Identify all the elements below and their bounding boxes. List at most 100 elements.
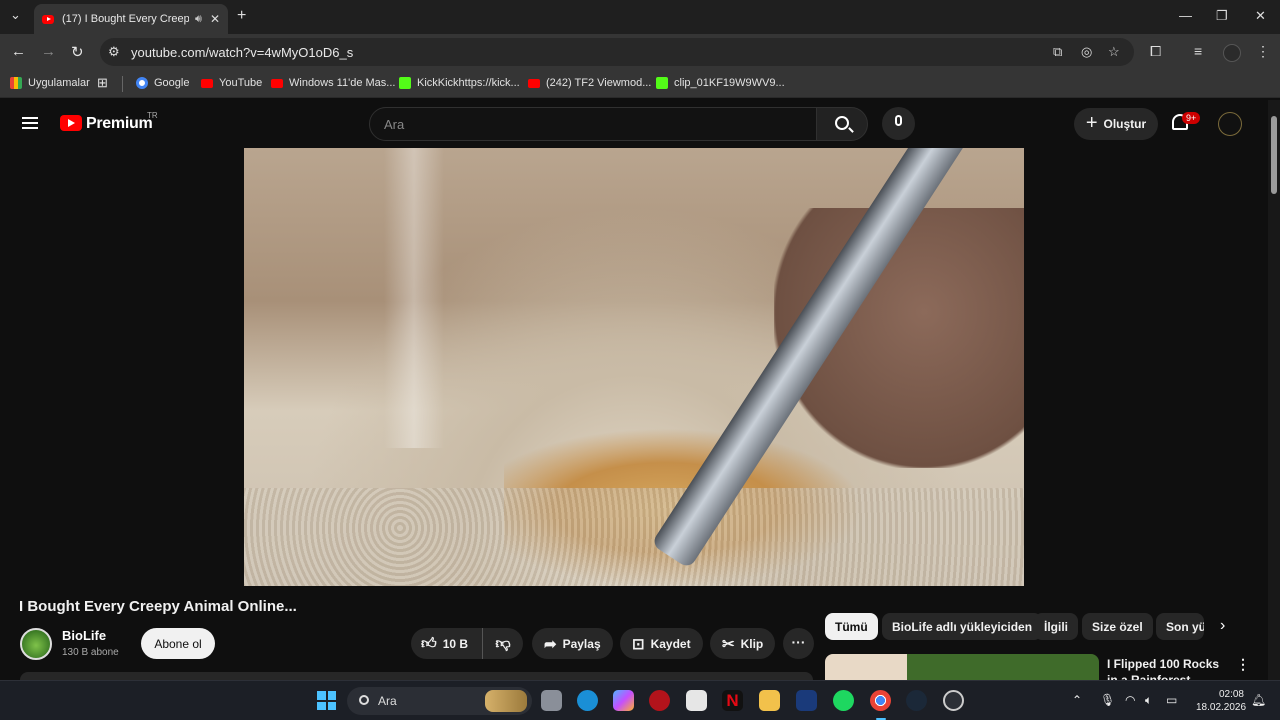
channel-name[interactable]: BioLife xyxy=(62,628,106,643)
notification-badge: 9+ xyxy=(1182,112,1201,124)
video-player[interactable] xyxy=(244,148,1024,586)
youtube-icon xyxy=(201,78,213,88)
system-clock[interactable]: 02:08 18.02.2026 xyxy=(1196,688,1246,714)
bookmark-apps[interactable]: Uygulamalar xyxy=(10,77,90,89)
subscribe-button[interactable]: Abone ol xyxy=(141,628,215,659)
media-controls-icon[interactable]: ≡ xyxy=(1194,43,1202,59)
plus-icon: + xyxy=(1085,111,1098,134)
youtube-icon xyxy=(528,78,540,88)
more-actions-icon[interactable]: ··· xyxy=(783,628,814,659)
bookmark-youtube[interactable]: YouTube xyxy=(201,77,262,89)
subscriber-count: 130 B abone xyxy=(62,647,119,658)
new-tab-icon[interactable]: + xyxy=(237,7,246,25)
bookmark-star-icon[interactable]: ☆ xyxy=(1108,44,1120,60)
like-count: 10 B xyxy=(442,636,469,651)
bookmark-icon: ⊡ xyxy=(632,635,645,653)
wifi-icon[interactable]: ◠ xyxy=(1125,693,1135,707)
kick-icon xyxy=(399,77,411,89)
search-button[interactable] xyxy=(816,107,868,141)
youtube-logo-icon[interactable] xyxy=(60,115,82,131)
battery-icon[interactable]: ▭ xyxy=(1166,693,1177,707)
microphone-icon xyxy=(895,115,902,126)
description-box[interactable] xyxy=(20,672,813,680)
chip-all[interactable]: Tümü xyxy=(825,613,878,640)
window-close-icon[interactable]: ✕ xyxy=(1255,8,1266,24)
chip-related[interactable]: İlgili xyxy=(1034,613,1078,640)
kick-icon xyxy=(656,77,668,89)
tab-search-chevron-icon[interactable]: ⌄ xyxy=(10,7,21,23)
file-explorer-icon[interactable] xyxy=(759,690,780,711)
like-button[interactable]: 👍︎ 10 B xyxy=(411,628,483,659)
save-button[interactable]: ⊡ Kaydet xyxy=(620,628,703,659)
bookmark-google[interactable]: Google xyxy=(136,77,189,89)
microsoft-store-icon[interactable] xyxy=(686,690,707,711)
spotify-icon[interactable] xyxy=(833,690,854,711)
browser-menu-icon[interactable]: ⋮ xyxy=(1256,43,1270,60)
tab-close-icon[interactable]: ✕ xyxy=(210,12,220,26)
windows-taskbar: Ara N ⌃ 🎙︎ ◠ 🔈︎ ▭ 02:08 18.02.2026 🔔︎ xyxy=(0,680,1280,720)
edge-icon[interactable] xyxy=(577,690,598,711)
clip-button[interactable]: ✂ Klip xyxy=(710,628,776,659)
bookmark-tf2[interactable]: (242) TF2 Viewmod... xyxy=(528,77,651,89)
share-arrow-icon: ➦ xyxy=(544,635,557,653)
dislike-button[interactable]: 👎︎ xyxy=(483,635,523,653)
google-icon xyxy=(136,77,148,89)
tab-groups-icon[interactable]: ⊞ xyxy=(97,75,108,91)
taskbar-search[interactable]: Ara xyxy=(347,687,532,715)
tray-overflow-icon[interactable]: ⌃ xyxy=(1072,693,1082,707)
thumbs-down-icon: 👎︎ xyxy=(495,634,511,652)
cast-icon[interactable]: ⧉ xyxy=(1053,44,1062,60)
minimize-icon[interactable]: — xyxy=(1179,8,1192,23)
page-scrollbar[interactable] xyxy=(1268,100,1280,680)
steam-icon[interactable] xyxy=(906,690,927,711)
maximize-icon[interactable]: ❐ xyxy=(1216,8,1228,24)
url-text[interactable]: youtube.com/watch?v=4wMyO1oD6_s xyxy=(131,45,353,60)
chip-for-you[interactable]: Size özel xyxy=(1082,613,1153,640)
extensions-icon[interactable]: ⧠ xyxy=(1150,43,1161,60)
netflix-icon[interactable]: N xyxy=(722,690,743,711)
clock-app-icon[interactable] xyxy=(943,690,964,711)
bookmark-label: Uygulamalar xyxy=(28,77,90,89)
speaker-icon[interactable]: 🔊︎ xyxy=(195,13,202,26)
scrollbar-thumb[interactable] xyxy=(1271,116,1277,194)
browser-tab-active[interactable]: (17) I Bought Every Creepy 🔊︎ ✕ xyxy=(34,4,228,34)
windows-start-icon[interactable] xyxy=(317,691,336,710)
browser-profile-avatar[interactable] xyxy=(1223,44,1241,62)
search-highlight-image xyxy=(485,690,527,712)
notification-center-icon[interactable]: 🔔︎ xyxy=(1251,693,1266,707)
youtube-icon xyxy=(271,78,283,88)
guide-menu-icon[interactable] xyxy=(22,117,38,129)
forward-icon[interactable]: → xyxy=(41,43,56,60)
reload-icon[interactable]: ↻ xyxy=(71,43,84,61)
tracking-icon[interactable]: ◎ xyxy=(1081,44,1092,60)
disney-plus-icon[interactable] xyxy=(796,690,817,711)
share-button[interactable]: ➦ Paylaş xyxy=(532,628,613,659)
copilot-icon[interactable] xyxy=(613,690,634,711)
chrome-icon[interactable] xyxy=(870,690,891,711)
chevron-right-icon[interactable]: › xyxy=(1220,617,1225,635)
opera-gx-icon[interactable] xyxy=(649,690,670,711)
voice-search-button[interactable] xyxy=(882,107,915,140)
account-avatar[interactable] xyxy=(1218,112,1242,136)
youtube-favicon-icon xyxy=(42,14,54,24)
bookmark-kick[interactable]: KickKickhttps://kick... xyxy=(399,77,520,89)
task-view-icon[interactable] xyxy=(541,690,562,711)
chip-recent[interactable]: Son yü xyxy=(1156,613,1204,640)
volume-icon[interactable]: 🔈︎ xyxy=(1145,693,1152,708)
bookmark-windows11[interactable]: Windows 11'de Mas... xyxy=(271,77,395,89)
site-settings-icon[interactable]: ⚙︎ xyxy=(108,44,120,60)
microphone-tray-icon[interactable]: 🎙︎ xyxy=(1100,693,1115,707)
related-menu-icon[interactable]: ⋮ xyxy=(1236,656,1250,673)
back-icon[interactable]: ← xyxy=(11,43,26,60)
bookmarks-bar: Uygulamalar ⊞ Google YouTube Windows 11'… xyxy=(0,70,1280,98)
chip-from-uploader[interactable]: BioLife adlı yükleyiciden xyxy=(882,613,1043,640)
clock-time: 02:08 xyxy=(1218,689,1244,700)
search-input[interactable]: Ara xyxy=(369,107,817,141)
address-bar[interactable]: ⚙︎ youtube.com/watch?v=4wMyO1oD6_s ⧉ ◎ ☆ xyxy=(100,38,1134,66)
youtube-premium-logo[interactable]: Premium xyxy=(86,115,153,133)
apps-grid-icon xyxy=(10,77,22,89)
create-button[interactable]: + Oluştur xyxy=(1074,108,1158,140)
channel-avatar[interactable] xyxy=(20,628,52,660)
save-label: Kaydet xyxy=(650,636,691,651)
bookmark-clip[interactable]: clip_01KF19W9WV9... xyxy=(656,77,785,89)
